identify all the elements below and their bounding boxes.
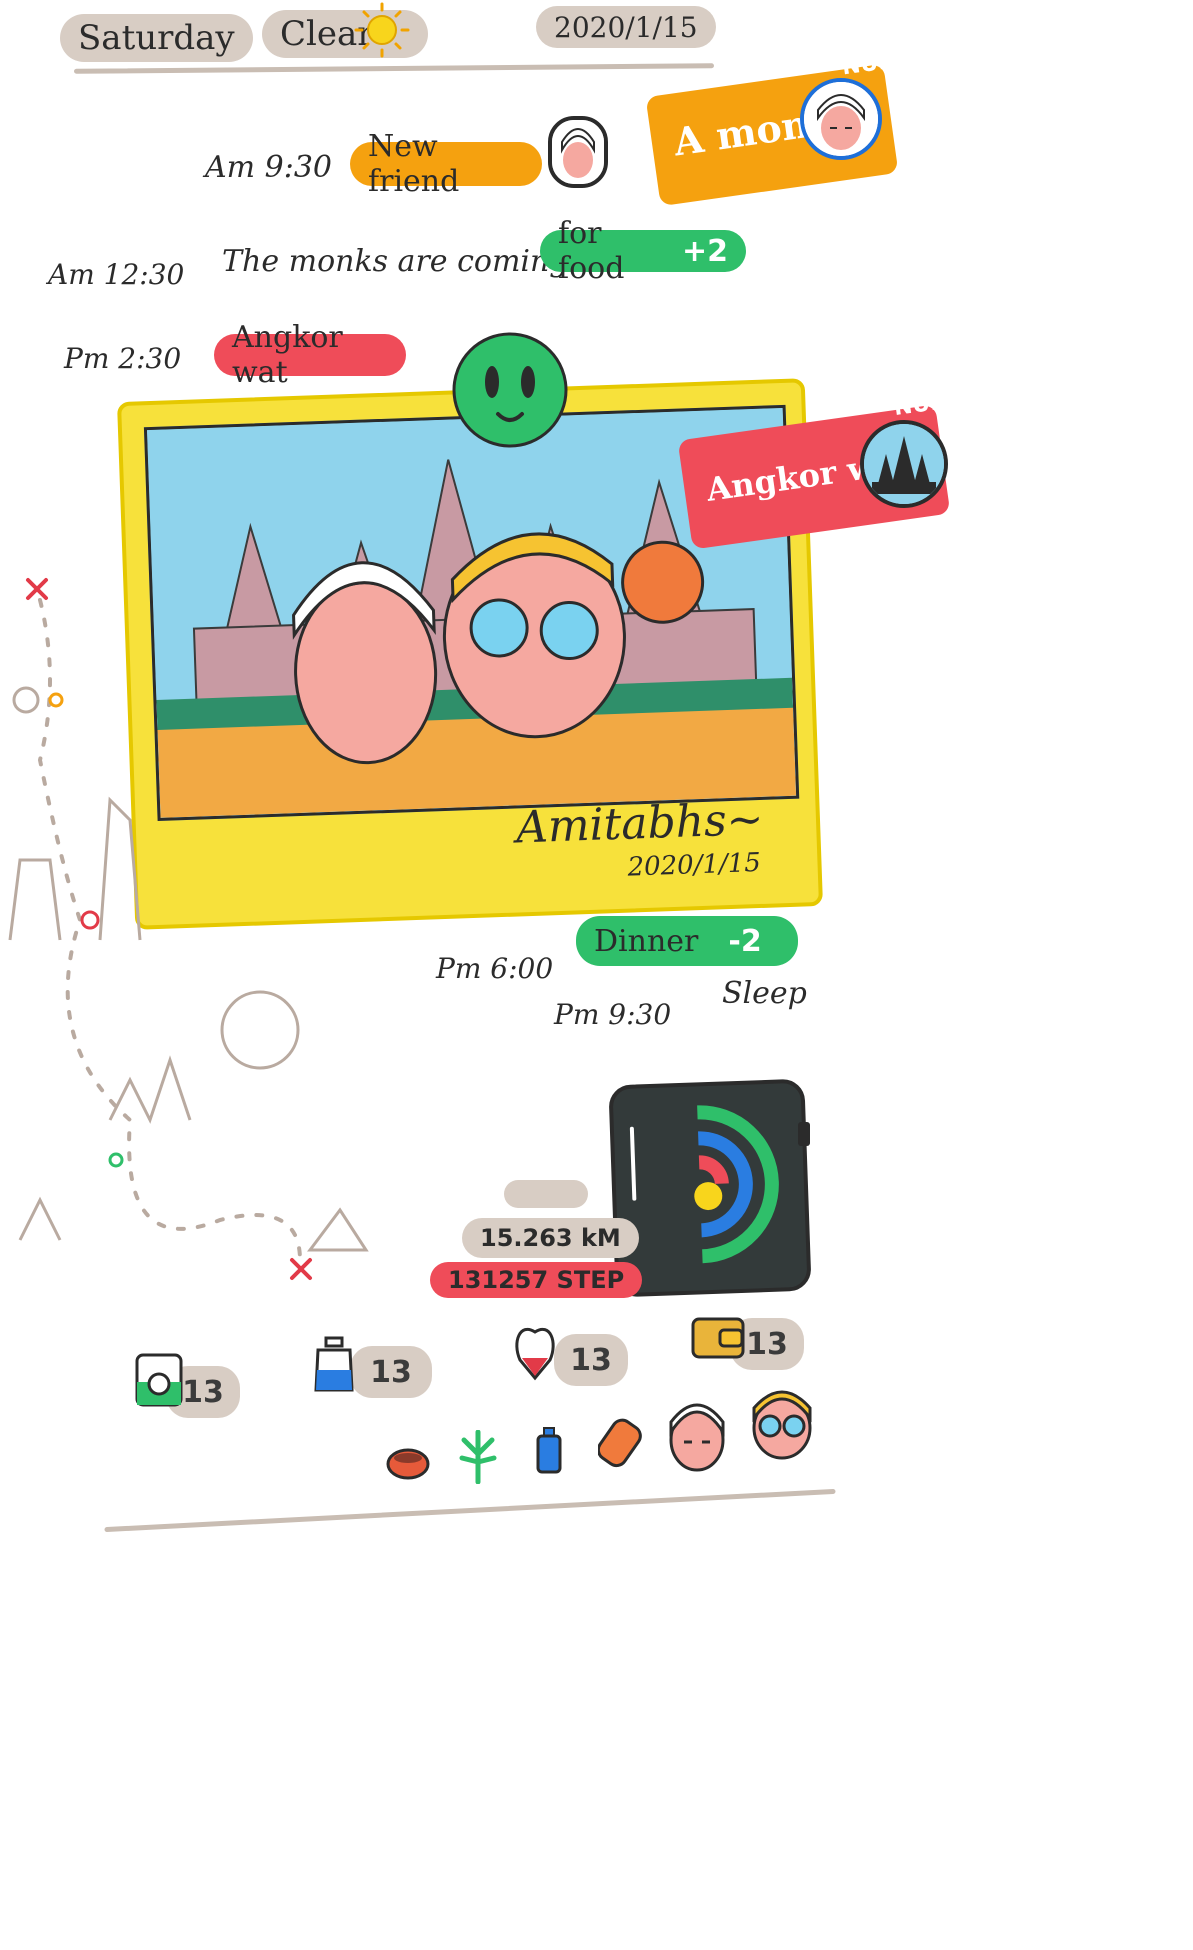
date-label: 2020/1/15 bbox=[554, 10, 698, 44]
timeline-tag-1-label: New friend bbox=[368, 129, 460, 199]
heart-organ-icon[interactable] bbox=[510, 1322, 560, 1382]
inventory-count-2[interactable]: 13 bbox=[350, 1346, 432, 1398]
photo-caption: Amitabhs~ bbox=[515, 793, 765, 854]
distance-tag: 15.263 kM bbox=[462, 1218, 639, 1258]
time-5: Pm 9:30 bbox=[554, 998, 672, 1031]
sun-icon bbox=[354, 2, 410, 58]
timeline-tag-3-label: Angkor wat bbox=[232, 320, 343, 390]
timeline-tag-1: New friend bbox=[350, 129, 542, 199]
angkor-badge-corner: NUE bbox=[892, 389, 947, 422]
header-divider bbox=[73, 63, 715, 74]
bowl-icon[interactable] bbox=[384, 1444, 432, 1484]
timeline-text-2: The monks are coming bbox=[222, 244, 569, 279]
timeline-tag-3: Angkor wat bbox=[214, 320, 406, 390]
sleeping-mat-icon[interactable] bbox=[598, 1414, 644, 1470]
wallet-icon[interactable] bbox=[690, 1316, 746, 1360]
monk-avatar bbox=[800, 78, 882, 160]
time-4: Pm 6:00 bbox=[436, 952, 554, 985]
time-2: Am 12:30 bbox=[48, 258, 185, 291]
time-3: Pm 2:30 bbox=[64, 342, 182, 375]
timeline-delta-4: -2 bbox=[728, 923, 762, 959]
water-bottle-icon[interactable] bbox=[312, 1336, 356, 1394]
watch-button[interactable] bbox=[798, 1122, 810, 1146]
fitness-watch[interactable] bbox=[608, 1078, 812, 1298]
plant-icon[interactable] bbox=[458, 1430, 498, 1484]
timeline-delta-2: +2 bbox=[681, 233, 728, 269]
timeline-tag-2-label: for food bbox=[558, 216, 625, 286]
distance-label: 15.263 kM bbox=[480, 1224, 621, 1252]
date-tag: 2020/1/15 bbox=[536, 6, 716, 48]
timeline-text-5: Sleep bbox=[722, 976, 807, 1011]
photo-date: 2020/1/15 bbox=[627, 847, 762, 883]
smiley-face-icon bbox=[452, 332, 568, 448]
footer-divider bbox=[104, 1488, 836, 1533]
monk-avatar-icon[interactable] bbox=[666, 1396, 728, 1472]
day-label: Saturday bbox=[78, 18, 235, 58]
inventory-count-4-label: 13 bbox=[746, 1326, 788, 1362]
inventory-count-1-label: 13 bbox=[182, 1374, 224, 1410]
map-doodle bbox=[8, 578, 369, 1280]
bottle-icon[interactable] bbox=[534, 1426, 564, 1474]
activity-rings-icon bbox=[629, 1105, 779, 1264]
temple-avatar bbox=[860, 420, 948, 508]
timeline-tag-2: for food +2 bbox=[540, 216, 746, 286]
time-1: Am 9:30 bbox=[205, 150, 333, 185]
monk-face-icon bbox=[548, 116, 608, 188]
inventory-count-3-label: 13 bbox=[570, 1342, 612, 1378]
inventory-count-2-label: 13 bbox=[370, 1354, 412, 1390]
steps-label: 131257 STEP bbox=[448, 1266, 625, 1294]
timeline-tag-4: Dinner -2 bbox=[576, 916, 798, 966]
day-tag: Saturday bbox=[60, 14, 253, 62]
timeline-tag-4-label: Dinner bbox=[594, 923, 699, 959]
steps-tag: 131257 STEP bbox=[430, 1262, 643, 1298]
inventory-count-3[interactable]: 13 bbox=[554, 1334, 628, 1386]
washing-machine-icon[interactable] bbox=[134, 1352, 184, 1408]
traveler-avatar-icon[interactable] bbox=[750, 1386, 814, 1460]
monk-badge-corner: NUE bbox=[840, 48, 895, 81]
stats-blank-bar bbox=[504, 1180, 588, 1208]
